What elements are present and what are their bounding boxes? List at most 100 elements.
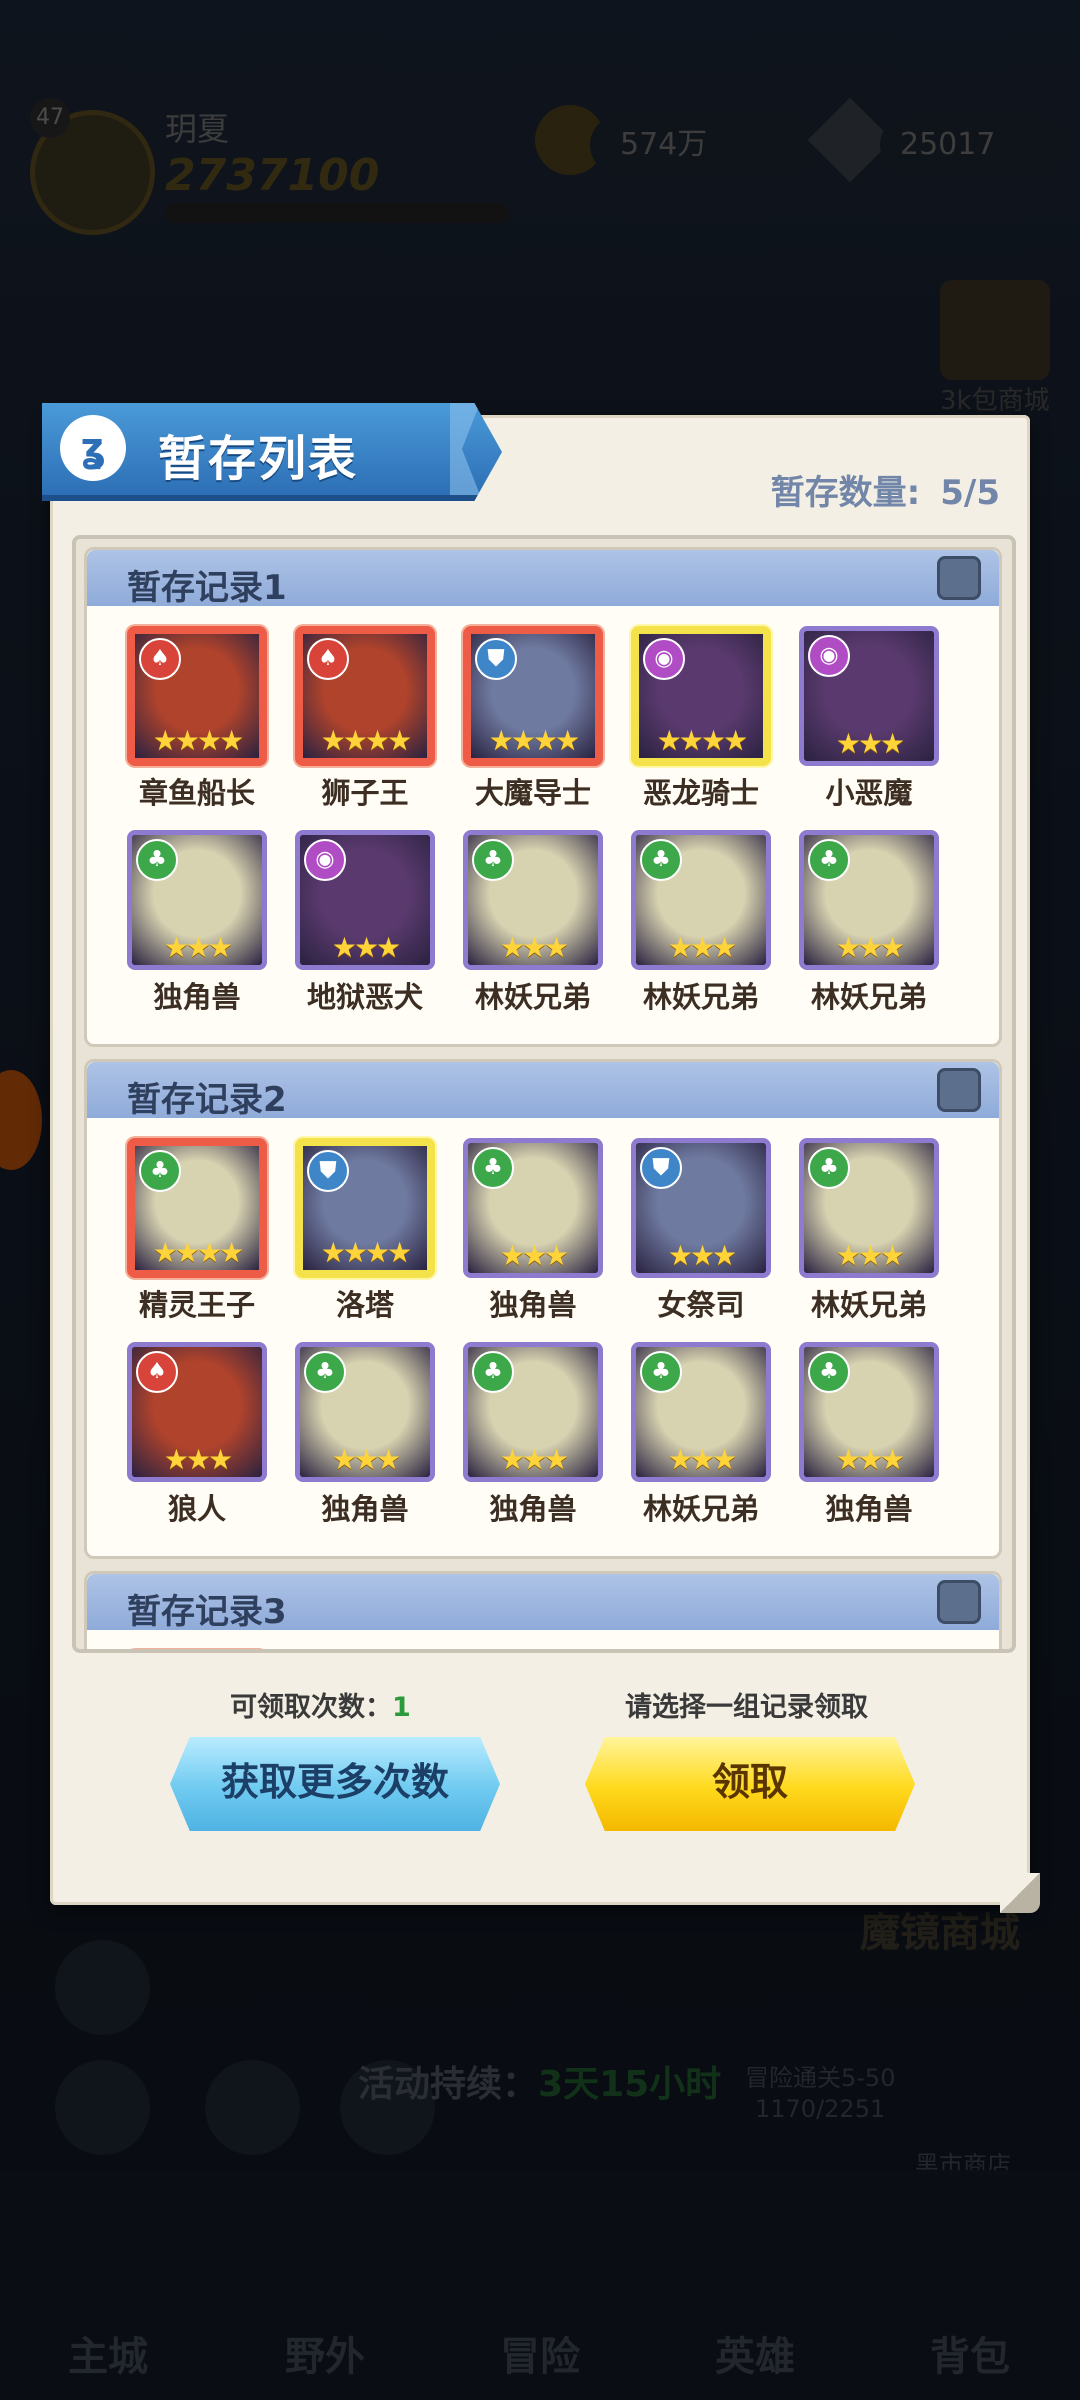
dark-faction-icon: ◉ xyxy=(304,839,346,881)
hero-name: 洛塔 xyxy=(335,1288,394,1322)
hero-portrait-frame: ♣ ★★★★ xyxy=(127,1138,267,1278)
hero-name: 林妖兄弟 xyxy=(642,980,759,1014)
hero-card[interactable]: ◉ ★★★ 小恶魔 xyxy=(799,626,939,812)
hero-card[interactable]: ♣ xyxy=(463,1650,603,1653)
fire-faction-icon: ♠ xyxy=(136,1351,178,1393)
dark-faction-icon: ◉ xyxy=(808,635,850,677)
tree-faction-icon: ♣ xyxy=(808,1147,850,1189)
hero-portrait-frame: ♠ ★★★★ xyxy=(295,626,435,766)
hero-portrait-frame: ⛊ xyxy=(295,1650,435,1653)
hero-card[interactable]: ⛊ ★★★★ 大魔导士 xyxy=(463,626,603,812)
dialog-title: 暂存列表 xyxy=(158,431,359,487)
hero-name: 独角兽 xyxy=(489,1492,577,1526)
tree-faction-icon: ♣ xyxy=(472,839,514,881)
hero-portrait-frame: ♣ ★★★ xyxy=(127,830,267,970)
hero-card[interactable]: ♠ xyxy=(799,1650,939,1653)
hero-name: 林妖兄弟 xyxy=(642,1492,759,1526)
hero-stars: ★★★ xyxy=(499,931,569,964)
hero-portrait-frame: ♠ xyxy=(799,1650,939,1653)
record-select-checkbox[interactable] xyxy=(937,1068,981,1112)
hero-name: 恶龙骑士 xyxy=(642,776,759,810)
tree-faction-icon: ♣ xyxy=(640,839,682,881)
hero-portrait-frame: ◉ ★★★ xyxy=(295,830,435,970)
claim-count-label: 可领取次数： xyxy=(230,1692,392,1723)
hero-portrait-frame: ⛊ ★★★ xyxy=(631,1138,771,1278)
hero-card[interactable]: ♣ ★★★ 独角兽 xyxy=(463,1138,603,1324)
hero-stars: ★★★ xyxy=(667,931,737,964)
hero-portrait-frame: ♣ xyxy=(463,1650,603,1653)
claim-button[interactable]: 领取 xyxy=(585,1737,915,1831)
bunny-logo-icon: ʓ xyxy=(60,415,126,481)
tree-faction-icon: ♣ xyxy=(136,839,178,881)
tree-faction-icon: ♣ xyxy=(808,1351,850,1393)
hero-card[interactable]: ⛊ ★★★★ 洛塔 xyxy=(295,1138,435,1324)
hero-name: 林妖兄弟 xyxy=(810,1288,927,1322)
hero-card[interactable]: ♣ ★★★ 林妖兄弟 xyxy=(799,1138,939,1324)
hero-card[interactable]: ♠ ★★★★ 狮子王 xyxy=(295,626,435,812)
hero-portrait-frame: ◉ ★★★★ xyxy=(631,626,771,766)
record-select-checkbox[interactable] xyxy=(937,1580,981,1624)
hero-name: 独角兽 xyxy=(321,1492,409,1526)
hero-portrait-frame: ♣ ★★★ xyxy=(799,1138,939,1278)
hero-card[interactable]: ♣ xyxy=(631,1650,771,1653)
hero-card[interactable]: ♣ ★★★ 独角兽 xyxy=(463,1342,603,1528)
tree-faction-icon: ♣ xyxy=(304,1351,346,1393)
hero-card[interactable]: ⛊ ★★★ 女祭司 xyxy=(631,1138,771,1324)
stash-record[interactable]: 暂存记录2 ♣ ★★★★ 精灵王子 ⛊ ★★★★ 洛塔 ♣ ★★★ 独角兽 ⛊ ★★★ 女祭司 ♣ ★★★ 林… xyxy=(84,1059,1002,1559)
hero-portrait-frame: ⛊ ★★★★ xyxy=(295,1138,435,1278)
hero-card[interactable]: ⛊ xyxy=(295,1650,435,1653)
dark-faction-icon: ◉ xyxy=(643,638,685,680)
hero-card[interactable]: ♣ ★★★ 独角兽 xyxy=(127,830,267,1016)
get-more-button[interactable]: 获取更多次数 xyxy=(170,1737,500,1831)
tree-faction-icon: ♣ xyxy=(808,839,850,881)
hero-stars: ★★★ xyxy=(835,931,905,964)
hero-stars: ★★★ xyxy=(499,1239,569,1272)
hero-name: 林妖兄弟 xyxy=(810,980,927,1014)
hero-card[interactable]: ♣ ★★★ 独角兽 xyxy=(799,1342,939,1528)
hero-portrait-frame: ♣ ★★★ xyxy=(631,1342,771,1482)
hero-card[interactable]: ♣ ★★★ 独角兽 xyxy=(295,1342,435,1528)
stash-record[interactable]: 暂存记录3 ♣ ⛊ ♣ ♣ ♠ xyxy=(84,1571,1002,1653)
hero-stars: ★★★★ xyxy=(656,724,748,757)
hero-stars: ★★★ xyxy=(667,1239,737,1272)
hero-portrait-frame: ♣ ★★★ xyxy=(463,830,603,970)
hero-name: 地狱恶犬 xyxy=(306,980,423,1014)
hero-portrait-frame: ♠ ★★★★ xyxy=(127,626,267,766)
hero-stars: ★★★★ xyxy=(152,1236,244,1269)
hero-card[interactable]: ♠ ★★★★ 章鱼船长 xyxy=(127,626,267,812)
title-ribbon: ʓ 暂存列表 xyxy=(42,403,502,501)
hero-stars: ★★★★ xyxy=(320,724,412,757)
hero-portrait-frame: ♣ ★★★ xyxy=(463,1342,603,1482)
record-title: 暂存记录1 xyxy=(127,568,287,608)
stash-list-dialog: ʓ 暂存列表 暂存数量: 5/5 暂存记录1 ♠ ★★★★ 章鱼船长 ♠ ★★★★ 狮子王 ⛊ ★… xyxy=(42,403,1040,1913)
hero-portrait-frame: ◉ ★★★ xyxy=(799,626,939,766)
hero-name: 精灵王子 xyxy=(138,1288,255,1322)
record-title: 暂存记录3 xyxy=(127,1592,287,1632)
stash-record[interactable]: 暂存记录1 ♠ ★★★★ 章鱼船长 ♠ ★★★★ 狮子王 ⛊ ★★★★ 大魔导士 ◉ ★★★★ 恶龙骑士… xyxy=(84,547,1002,1047)
fire-faction-icon: ♠ xyxy=(307,638,349,680)
record-title: 暂存记录2 xyxy=(127,1080,287,1120)
hero-card[interactable]: ♣ ★★★ 林妖兄弟 xyxy=(631,830,771,1016)
record-select-checkbox[interactable] xyxy=(937,556,981,600)
records-scroll-list[interactable]: 暂存记录1 ♠ ★★★★ 章鱼船长 ♠ ★★★★ 狮子王 ⛊ ★★★★ 大魔导士 ◉ ★★★★ 恶龙骑士… xyxy=(72,535,1016,1653)
fire-faction-icon: ♠ xyxy=(139,638,181,680)
tree-faction-icon: ♣ xyxy=(472,1351,514,1393)
hero-stars: ★★★ xyxy=(163,931,233,964)
helmet-faction-icon: ⛊ xyxy=(475,638,517,680)
hero-stars: ★★★ xyxy=(499,1443,569,1476)
hero-card[interactable]: ◉ ★★★★ 恶龙骑士 xyxy=(631,626,771,812)
hero-portrait-frame: ♠ ★★★ xyxy=(127,1342,267,1482)
hero-card[interactable]: ♣ ★★★ 林妖兄弟 xyxy=(463,830,603,1016)
hero-card[interactable]: ♣ ★★★ 林妖兄弟 xyxy=(631,1342,771,1528)
hero-name: 独角兽 xyxy=(825,1492,913,1526)
hero-card[interactable]: ♣ xyxy=(127,1650,267,1653)
hero-name: 大魔导士 xyxy=(474,776,591,810)
hero-card[interactable]: ◉ ★★★ 地狱恶犬 xyxy=(295,830,435,1016)
hero-stars: ★★★ xyxy=(163,1443,233,1476)
hero-card[interactable]: ♣ ★★★ 林妖兄弟 xyxy=(799,830,939,1016)
claim-count-value: 1 xyxy=(392,1692,411,1723)
hero-card[interactable]: ♣ ★★★★ 精灵王子 xyxy=(127,1138,267,1324)
stash-count-label: 暂存数量: xyxy=(770,473,921,513)
hero-card[interactable]: ♠ ★★★ 狼人 xyxy=(127,1342,267,1528)
hero-stars: ★★★ xyxy=(835,1239,905,1272)
